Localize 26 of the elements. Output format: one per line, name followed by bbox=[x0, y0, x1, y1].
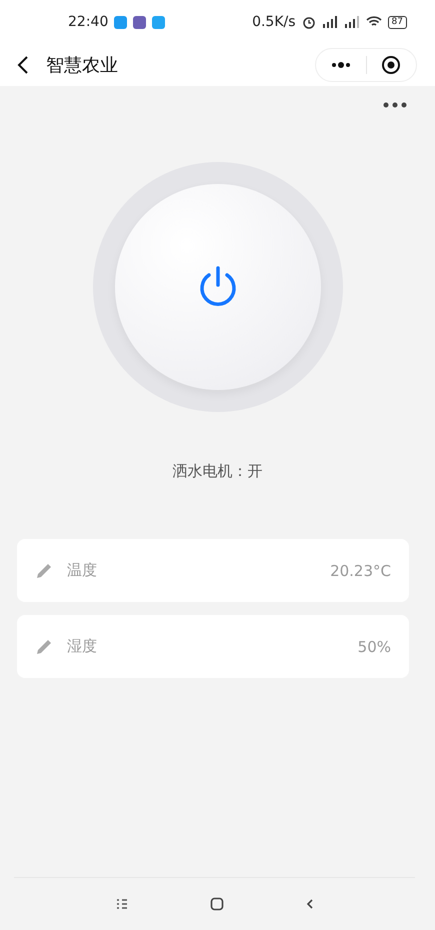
pencil-icon bbox=[35, 638, 53, 656]
page-title: 智慧农业 bbox=[46, 54, 119, 77]
back-icon[interactable] bbox=[306, 898, 314, 910]
reading-value: 20.23°C bbox=[330, 562, 391, 580]
more-icon bbox=[383, 102, 407, 108]
app-icon bbox=[133, 16, 146, 28]
app-icon bbox=[152, 16, 166, 28]
motor-status: 洒水电机：开 bbox=[172, 462, 264, 481]
network-speed: 0.5K/s bbox=[252, 14, 296, 30]
status-time: 22:40 bbox=[68, 14, 108, 30]
more-button[interactable] bbox=[381, 100, 409, 110]
signal-icon bbox=[344, 16, 360, 28]
reading-value: 50% bbox=[358, 638, 391, 656]
reading-name: 湿度 bbox=[67, 637, 98, 656]
battery-level: 87 bbox=[388, 16, 407, 28]
signal-icon bbox=[322, 16, 338, 28]
alarm-icon bbox=[302, 15, 316, 29]
pencil-icon bbox=[35, 562, 53, 580]
wifi-icon bbox=[366, 16, 382, 28]
menu-icon[interactable] bbox=[116, 898, 128, 910]
more-icon bbox=[330, 62, 351, 68]
app-icon bbox=[114, 16, 128, 28]
reading-name: 温度 bbox=[67, 561, 98, 580]
chevron-left-icon bbox=[16, 55, 30, 75]
home-icon[interactable] bbox=[210, 897, 224, 911]
target-icon bbox=[381, 55, 402, 75]
